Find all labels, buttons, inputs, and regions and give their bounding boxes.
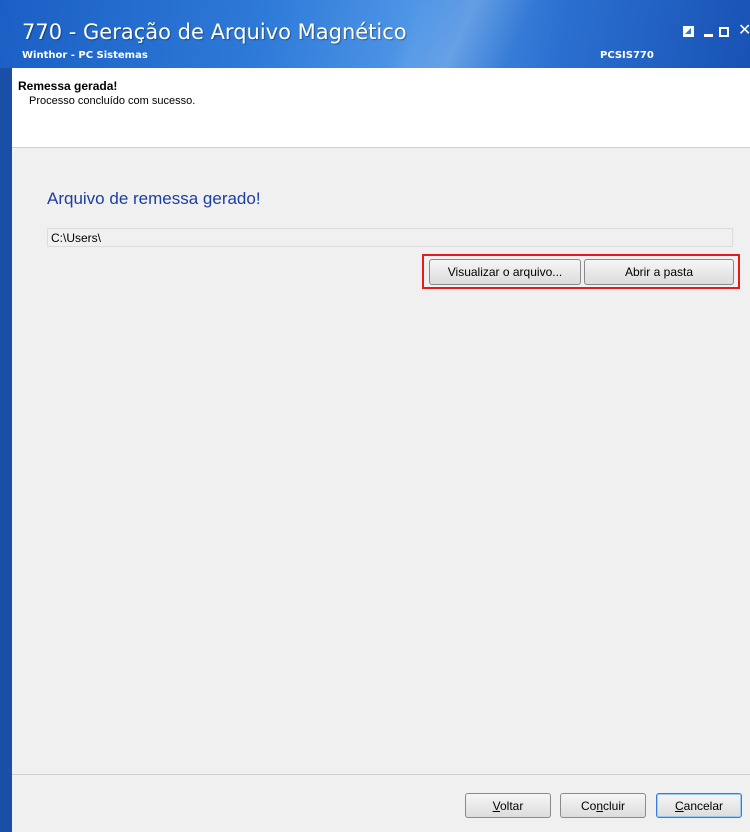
cancel-button-label: ancelar [683, 799, 724, 813]
program-code: PCSIS770 [600, 50, 654, 61]
finish-button-label-start: Co [580, 799, 597, 813]
window-subtitle: Winthor - PC Sistemas [22, 50, 148, 61]
maximize-icon[interactable] [719, 27, 729, 37]
cancel-button-accel: C [674, 799, 684, 813]
minimize-icon[interactable] [704, 34, 713, 37]
open-folder-button[interactable]: Abrir a pasta [584, 259, 734, 285]
wizard-client-area: Remessa gerada! Processo concluído com s… [12, 68, 750, 832]
back-button-accel: V [492, 799, 500, 813]
footer-divider [12, 774, 750, 775]
main-heading: Arquivo de remessa gerado! [47, 189, 261, 208]
back-button-label: oltar [500, 799, 524, 813]
window-title: 770 - Geração de Arquivo Magnético [22, 20, 407, 44]
finish-button[interactable]: Concluir [560, 793, 646, 818]
finish-button-label-end: cluir [603, 799, 626, 813]
restore-icon[interactable] [683, 26, 694, 37]
back-button[interactable]: Voltar [465, 793, 551, 818]
view-file-button[interactable]: Visualizar o arquivo... [429, 259, 581, 285]
header-title: Remessa gerada! [18, 79, 118, 93]
close-icon[interactable]: ✕ [738, 20, 750, 39]
cancel-button[interactable]: Cancelar [656, 793, 742, 818]
finish-button-accel: n [596, 799, 603, 813]
file-path-field[interactable]: C:\Users\ [47, 228, 733, 247]
app-window: 770 - Geração de Arquivo Magnético Winth… [0, 0, 750, 832]
wizard-header: Remessa gerada! Processo concluído com s… [12, 68, 750, 148]
title-bar[interactable]: 770 - Geração de Arquivo Magnético Winth… [0, 0, 750, 68]
header-message: Processo concluído com sucesso. [29, 95, 196, 107]
